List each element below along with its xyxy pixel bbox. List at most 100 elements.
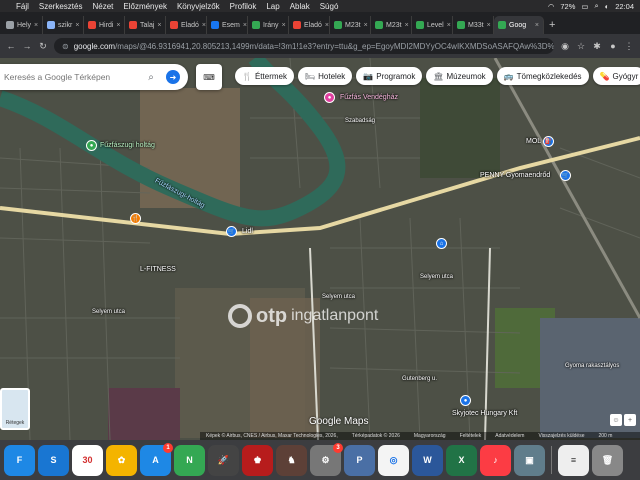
menu-profiles[interactable]: Profilok (230, 2, 257, 11)
satellite-map[interactable]: ⌕ ➜ ⌨ 🍴Éttermek 🛏Hotelek 📷Programok 🏛Múz… (0, 58, 640, 440)
battery-icon[interactable]: ▭ (581, 2, 588, 11)
lidl-pin-icon[interactable]: 🛒 (226, 226, 237, 237)
new-tab-button[interactable]: + (544, 16, 560, 34)
tab-12-active[interactable]: Goog × (494, 16, 544, 34)
zoom-in-icon[interactable]: + (624, 414, 636, 426)
launchpad-icon[interactable]: 🚀 (208, 444, 239, 476)
url-field[interactable]: ⊜ google.com/maps/@46.9316941,20.805213,… (54, 38, 554, 54)
home-pin-icon[interactable]: ⌂ (436, 238, 447, 249)
chrome-icon[interactable]: ◎ (378, 444, 409, 476)
safari-icon[interactable]: S (38, 444, 69, 476)
chip-hotels[interactable]: 🛏 Hotelek (297, 67, 353, 85)
site-info-icon[interactable]: ⊜ (62, 42, 69, 51)
feedback-link[interactable]: Visszajelzés küldése (538, 433, 584, 439)
terms-link[interactable]: Feltételek (460, 433, 482, 439)
photos-icon[interactable]: ✿ (106, 444, 137, 476)
menu-history[interactable]: Előzmények (123, 2, 167, 11)
forward-icon[interactable]: → (22, 41, 32, 51)
chip-pharmacies[interactable]: 💊 Gyógyr (592, 67, 640, 85)
food-pin-icon[interactable]: 🍴 (130, 213, 141, 224)
music-icon[interactable]: ♪ (480, 444, 511, 476)
menu-edit[interactable]: Szerkesztés (39, 2, 83, 11)
shop-pin-icon[interactable]: 🛒 (560, 170, 571, 181)
close-icon[interactable]: × (487, 22, 491, 29)
lodging-pin-icon[interactable]: ● (324, 92, 335, 103)
label-lidl[interactable]: Lidl (242, 228, 253, 235)
numbers-icon[interactable]: N (174, 444, 205, 476)
menu-bookmarks[interactable]: Könyvjelzők (177, 2, 220, 11)
close-icon[interactable]: × (325, 22, 329, 29)
system-settings-icon[interactable]: ⚙ 3 (310, 442, 343, 476)
close-icon[interactable]: × (243, 22, 247, 29)
label-fuzfaszugi-holtag[interactable]: Fűzfászugi holtág (100, 142, 155, 149)
tab-7[interactable]: Eladó × (289, 16, 330, 34)
tab-4[interactable]: Eladó × (166, 16, 207, 34)
close-icon[interactable]: × (447, 22, 451, 29)
battery-percent[interactable]: 72% (560, 2, 575, 11)
tab-1[interactable]: szikr × (43, 16, 84, 34)
business-pin-icon[interactable]: ● (460, 395, 471, 406)
label-l-fitness[interactable]: L-FITNESS (140, 266, 176, 273)
menu-view[interactable]: Nézet (92, 2, 113, 11)
word-icon[interactable]: W (412, 444, 443, 476)
tab-10[interactable]: Level × (412, 16, 453, 34)
gas-station-pin-icon[interactable]: ⛽ (543, 136, 554, 147)
close-icon[interactable]: × (202, 22, 206, 29)
close-icon[interactable]: × (75, 22, 79, 29)
tab-11[interactable]: M33t × (453, 16, 494, 34)
control-center-icon[interactable]: ◐ (605, 2, 610, 11)
label-gyoma[interactable]: Gyoma rakasztályos (565, 363, 619, 369)
tab-0[interactable]: Hely × (2, 16, 43, 34)
menu-help[interactable]: Súgó (320, 2, 339, 11)
tab-2[interactable]: Hirdi × (84, 16, 125, 34)
search-input[interactable] (4, 72, 144, 82)
wifi-icon[interactable]: ◠ (548, 2, 555, 11)
layer-switcher-thumbnail[interactable]: Rétegek (0, 388, 30, 430)
reload-icon[interactable]: ↻ (38, 41, 48, 52)
finder-icon[interactable]: F (4, 444, 35, 476)
menu-window[interactable]: Ablak (290, 2, 310, 11)
close-icon[interactable]: × (282, 22, 286, 29)
excel-icon[interactable]: X (446, 444, 477, 476)
tab-3[interactable]: Talaj × (125, 16, 166, 34)
directions-icon[interactable]: ➜ (166, 70, 180, 84)
close-icon[interactable]: × (116, 22, 120, 29)
close-icon[interactable]: × (157, 22, 161, 29)
privacy-link[interactable]: Adatvédelem (495, 433, 524, 439)
tab-5[interactable]: Esem × (207, 16, 248, 34)
tab-6[interactable]: Irány × (248, 16, 289, 34)
game-icon[interactable]: ♚ (242, 444, 273, 476)
close-icon[interactable]: × (364, 22, 368, 29)
preview-icon[interactable]: P (344, 444, 375, 476)
menu-tab[interactable]: Lap (266, 2, 279, 11)
tab-8[interactable]: M23t × (330, 16, 371, 34)
tab-9[interactable]: M23t × (371, 16, 412, 34)
calendar-icon[interactable]: 30 (72, 444, 103, 476)
chip-restaurants[interactable]: 🍴 Éttermek (235, 67, 294, 85)
chess-icon[interactable]: ♞ (276, 444, 307, 476)
country-link[interactable]: Magyarország (414, 433, 446, 439)
label-mol[interactable]: MOL (526, 138, 541, 145)
extensions-icon[interactable]: ✱ (592, 41, 602, 52)
notes-icon[interactable]: ≡ (558, 444, 589, 476)
close-icon[interactable]: × (405, 22, 409, 29)
chip-museums[interactable]: 🏛 Múzeumok (426, 67, 493, 85)
park-pin-icon[interactable]: ● (86, 140, 97, 151)
google-lens-icon[interactable]: ◉ (560, 41, 570, 52)
pegman-icon[interactable]: ☺ (610, 414, 622, 426)
trash-icon[interactable]: 🗑 (592, 444, 623, 476)
map-search-box[interactable]: ⌕ ➜ (0, 64, 188, 90)
close-icon[interactable]: × (34, 22, 38, 29)
layers-toggle-button[interactable]: ⌨ (196, 64, 222, 90)
menu-dots-icon[interactable]: ⋮ (624, 41, 634, 52)
profile-icon[interactable]: ● (608, 41, 618, 51)
photo-viewer-icon[interactable]: ▣ (514, 444, 545, 476)
clock[interactable]: 22:04 (615, 2, 634, 11)
back-icon[interactable]: ← (6, 41, 16, 51)
menu-file[interactable]: Fájl (16, 2, 29, 11)
chip-things-to-do[interactable]: 📷 Programok (356, 67, 423, 85)
label-fuzfas-vendeghaz[interactable]: Fűzfás Vendégház (340, 94, 398, 101)
label-skyjotec[interactable]: Skyjotec Hungary Kft (452, 410, 517, 417)
label-penny[interactable]: PENNY Gyomaendrőd (480, 172, 550, 179)
search-icon[interactable]: ⌕ (594, 1, 598, 11)
